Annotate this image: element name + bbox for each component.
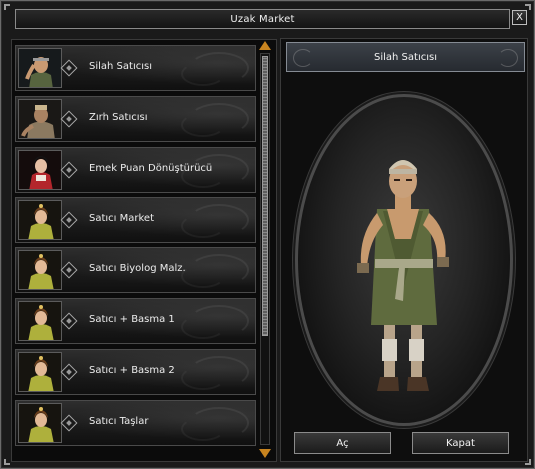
diamond-marker-icon: [60, 110, 78, 128]
woman-vendor-portrait: [18, 403, 62, 443]
vendor-item-market[interactable]: Satıcı Market: [15, 197, 256, 243]
window-title: Uzak Market: [230, 13, 295, 25]
vendor-preview-panel: Silah Satıcısı Aç Kapat: [280, 38, 528, 462]
vendor-label: Silah Satıcısı: [89, 61, 152, 72]
window-title-bar[interactable]: Uzak Market: [15, 9, 510, 29]
vendor-label: Satıcı Market: [89, 213, 155, 224]
open-button-label: Aç: [336, 437, 349, 449]
woman-vendor-portrait: [18, 301, 62, 341]
weapon-vendor-full-body: [357, 160, 449, 391]
preview-title: Silah Satıcısı: [374, 51, 437, 63]
scroll-up-button[interactable]: [258, 39, 272, 51]
vendor-item-stones[interactable]: Satıcı Taşlar: [15, 400, 256, 446]
vendor-item-weapon[interactable]: Silah Satıcısı: [15, 45, 256, 91]
diamond-marker-icon: [60, 414, 78, 432]
close-button[interactable]: Kapat: [412, 432, 509, 454]
vendor-item-labor-point[interactable]: Emek Puan Dönüştürücü: [15, 147, 256, 193]
vendor-label: Satıcı Taşlar: [89, 416, 149, 427]
vendor-item-print-2[interactable]: Satıcı + Basma 2: [15, 349, 256, 395]
diamond-marker-icon: [60, 211, 78, 229]
vendor-list: Silah Satıcısı Zırh Satıcısı Emek Puan D…: [11, 39, 277, 462]
diamond-marker-icon: [60, 363, 78, 381]
close-button-label: Kapat: [446, 437, 475, 449]
vendor-label: Satıcı + Basma 2: [89, 365, 175, 376]
arrow-down-icon: [259, 448, 271, 458]
vendor-label: Satıcı + Basma 1: [89, 314, 175, 325]
vendor-item-armor[interactable]: Zırh Satıcısı: [15, 96, 256, 142]
scroll-down-button[interactable]: [258, 447, 272, 459]
man-vendor-portrait: [18, 48, 62, 88]
frame-corner: [4, 459, 10, 465]
woman-vendor-portrait: [18, 352, 62, 392]
diamond-marker-icon: [60, 161, 78, 179]
vendor-label: Emek Puan Dönüştürücü: [89, 163, 213, 174]
scroll-thumb[interactable]: [262, 56, 268, 336]
open-button[interactable]: Aç: [294, 432, 391, 454]
vendor-list-scrollbar[interactable]: [258, 39, 272, 459]
vendor-item-print-1[interactable]: Satıcı + Basma 1: [15, 298, 256, 344]
arrow-up-icon: [259, 40, 271, 50]
remote-market-window: Uzak Market X Silah Satıcısı Zırh Satıcı…: [0, 0, 535, 469]
close-icon: X: [516, 11, 523, 23]
vendor-label: Satıcı Biyolog Malz.: [89, 263, 186, 274]
frame-corner: [4, 4, 10, 10]
vendor-item-biologist[interactable]: Satıcı Biyolog Malz.: [15, 247, 256, 293]
diamond-marker-icon: [60, 312, 78, 330]
preview-title-bar: Silah Satıcısı: [286, 42, 525, 72]
diamond-marker-icon: [60, 261, 78, 279]
vendor-label: Zırh Satıcısı: [89, 112, 148, 123]
diamond-marker-icon: [60, 59, 78, 77]
red-dressed-woman-portrait: [18, 150, 62, 190]
close-window-button[interactable]: X: [512, 10, 527, 25]
armor-vendor-portrait: [18, 99, 62, 139]
woman-vendor-portrait: [18, 200, 62, 240]
scroll-track[interactable]: [260, 53, 270, 445]
woman-vendor-portrait: [18, 250, 62, 290]
